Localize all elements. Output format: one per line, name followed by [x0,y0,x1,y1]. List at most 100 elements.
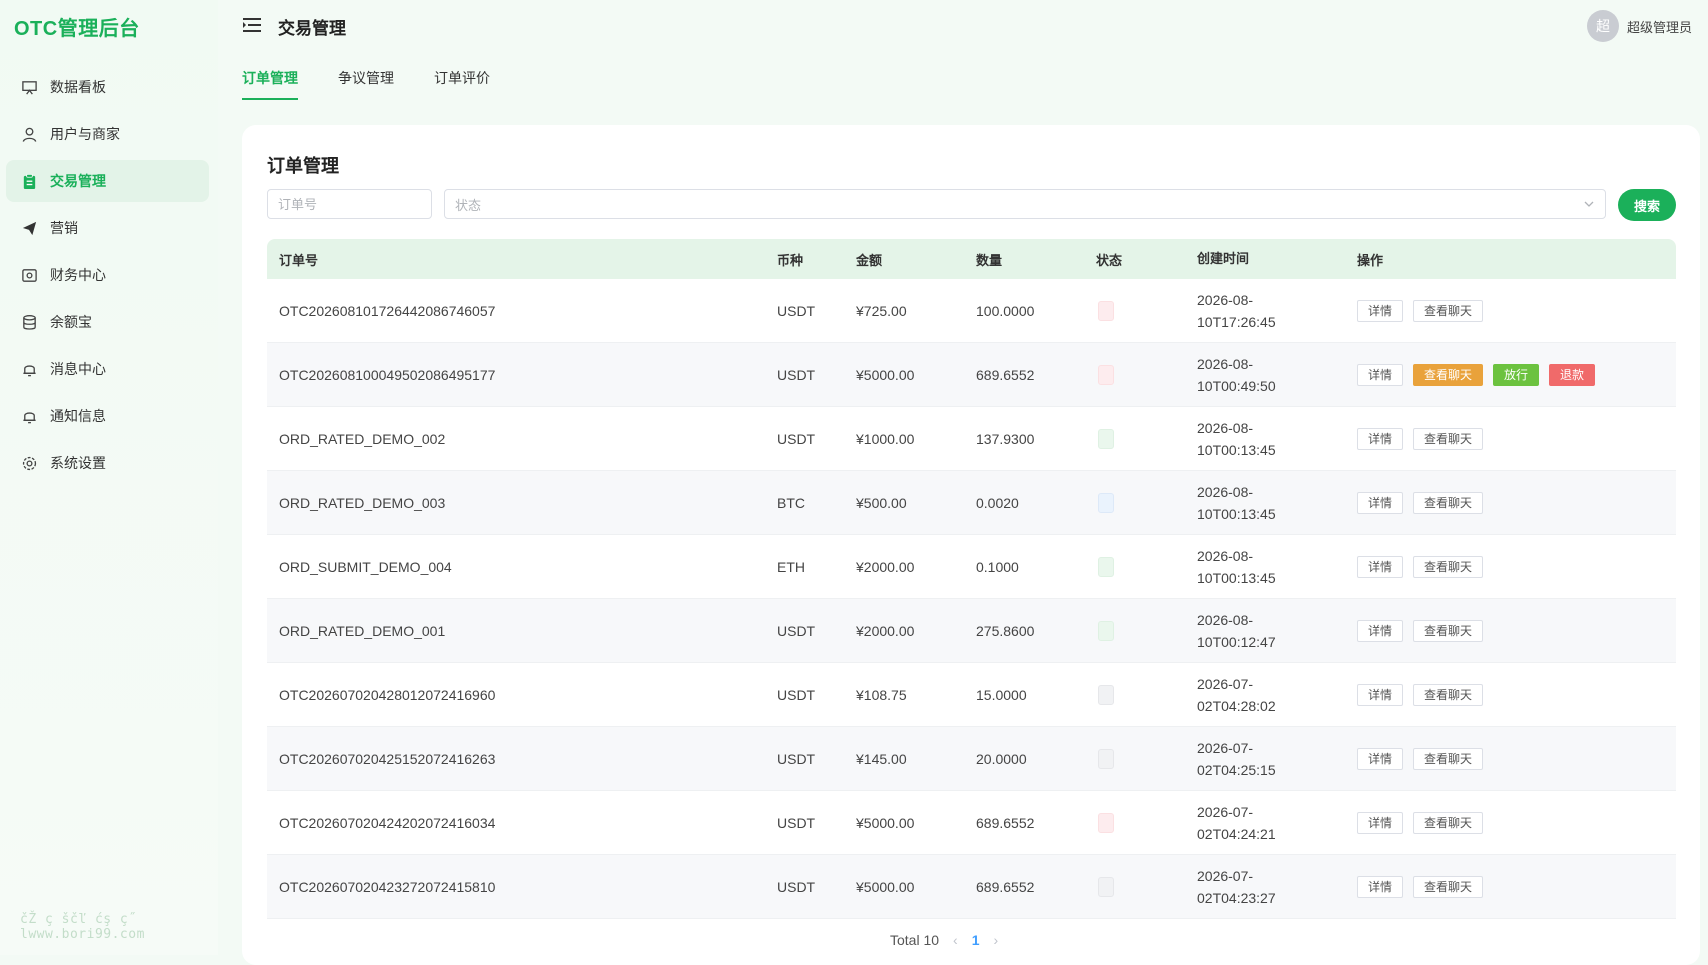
status-cell [1096,812,1197,833]
quantity-cell: 689.6552 [976,878,1035,895]
column-header-actions: 操作 [1357,252,1384,268]
menu-toggle-icon[interactable] [242,16,262,34]
created-time-line: 2026-08- [1197,355,1254,372]
detail-button[interactable]: 详情 [1357,363,1404,386]
view-chat-button[interactable]: 查看聊天 [1413,363,1484,386]
amount-cell: ¥725.00 [856,302,907,319]
status-badge [1098,748,1114,769]
tab-order-review[interactable]: 订单评价 [434,68,490,100]
refund-button[interactable]: 退款 [1549,363,1596,386]
amount-cell: ¥2000.00 [856,558,915,575]
quantity-cell: 275.8600 [976,622,1035,639]
order-id-cell: ORD_RATED_DEMO_002 [279,430,446,447]
sidebar-item-6[interactable]: 余额宝 [6,301,209,343]
view-chat-button[interactable]: 查看聊天 [1413,555,1484,578]
view-chat-button[interactable]: 查看聊天 [1413,683,1484,706]
username[interactable]: 超级管理员 [1627,17,1692,36]
coin-cell: USDT [777,750,816,767]
release-button[interactable]: 放行 [1493,363,1540,386]
chevron-left-icon[interactable]: ‹ [953,932,958,948]
status-select-placeholder: 状态 [455,197,482,213]
search-button[interactable]: 搜索 [1618,189,1676,221]
order-number-input[interactable] [267,189,432,219]
detail-button[interactable]: 详情 [1357,619,1404,642]
quantity-cell: 0.0020 [976,494,1019,511]
created-time-line: 2026-08- [1197,611,1254,628]
created-time-line: 2026-08- [1197,547,1254,564]
order-id-cell: OTC202607020423272072415810 [279,878,496,895]
created-time-line: 2026-07- [1197,675,1254,692]
status-cell [1096,428,1197,449]
view-chat-button[interactable]: 查看聊天 [1413,427,1484,450]
quantity-cell: 20.0000 [976,750,1027,767]
detail-button[interactable]: 详情 [1357,747,1404,770]
view-chat-button[interactable]: 查看聊天 [1413,811,1484,834]
created-time-line: 2026-08- [1197,483,1254,500]
sidebar: OTC管理后台 数据看板用户与商家交易管理营销财务中心余额宝消息中心通知信息系统… [0,0,218,955]
avatar[interactable]: 超 [1586,10,1619,42]
chevron-right-icon[interactable]: › [994,932,999,948]
sidebar-item-label: 系统设置 [50,455,106,471]
status-badge [1098,428,1114,449]
coin-cell: USDT [777,878,816,895]
database-icon [20,313,38,331]
status-cell [1096,556,1197,577]
pagination: Total 10 ‹ 1 › [890,932,1012,948]
column-header-created-time: 创建时间 [1197,251,1250,266]
detail-button[interactable]: 详情 [1357,555,1404,578]
bell-icon [20,407,38,425]
sidebar-item-7[interactable]: 消息中心 [6,348,209,390]
sidebar-item-3[interactable]: 交易管理 [6,160,209,202]
finance-icon [20,266,38,284]
brand-logo: OTC管理后台 [14,18,140,40]
table-body: OTC202608101726442086746057 USDT ¥725.00 10… [267,279,1676,919]
status-select[interactable]: 状态 [444,189,1606,219]
coin-cell: USDT [777,430,816,447]
detail-button[interactable]: 详情 [1357,683,1404,706]
view-chat-button[interactable]: 查看聊天 [1413,875,1484,898]
view-chat-button[interactable]: 查看聊天 [1413,491,1484,514]
order-id-cell: OTC202607020425152072416263 [279,750,496,767]
created-time-line: 10T00:12:47 [1197,633,1276,650]
status-badge [1098,492,1114,513]
sidebar-item-5[interactable]: 财务中心 [6,254,209,296]
coin-cell: USDT [777,366,816,383]
status-badge [1098,364,1114,385]
created-time-line: 2026-08- [1197,419,1254,436]
tab-dispute-management[interactable]: 争议管理 [338,68,394,100]
detail-button[interactable]: 详情 [1357,875,1404,898]
chevron-down-icon [1584,201,1594,207]
created-time-line: 10T00:13:45 [1197,505,1276,522]
sidebar-item-label: 营销 [50,220,78,236]
coin-cell: USDT [777,302,816,319]
created-time-line: 10T00:13:45 [1197,441,1276,458]
amount-cell: ¥5000.00 [856,814,915,831]
detail-button[interactable]: 详情 [1357,427,1404,450]
tab-bar: 订单管理 争议管理 订单评价 [242,68,530,100]
created-time-cell: 2026-08- 10T00:13:45 [1197,417,1357,461]
sidebar-item-4[interactable]: 营销 [6,207,209,249]
created-time-cell: 2026-07- 02T04:28:02 [1197,673,1357,717]
tab-order-management[interactable]: 订单管理 [242,68,298,100]
page-number-current[interactable]: 1 [972,932,980,948]
sidebar-item-label: 财务中心 [50,267,106,283]
amount-cell: ¥108.75 [856,686,907,703]
column-header-order-id: 订单号 [279,252,319,268]
bell-icon [20,360,38,378]
status-badge [1098,812,1114,833]
sidebar-item-label: 交易管理 [50,173,106,189]
created-time-line: 2026-08- [1197,291,1254,308]
amount-cell: ¥145.00 [856,750,907,767]
detail-button[interactable]: 详情 [1357,491,1404,514]
user-menu[interactable]: 超 超级管理员 [1586,10,1692,42]
sidebar-item-1[interactable]: 数据看板 [6,66,209,108]
view-chat-button[interactable]: 查看聊天 [1413,747,1484,770]
view-chat-button[interactable]: 查看聊天 [1413,299,1484,322]
view-chat-button[interactable]: 查看聊天 [1413,619,1484,642]
detail-button[interactable]: 详情 [1357,299,1404,322]
sidebar-item-2[interactable]: 用户与商家 [6,113,209,155]
sidebar-item-9[interactable]: 系统设置 [6,442,209,484]
detail-button[interactable]: 详情 [1357,811,1404,834]
amount-cell: ¥5000.00 [856,366,915,383]
sidebar-item-8[interactable]: 通知信息 [6,395,209,437]
